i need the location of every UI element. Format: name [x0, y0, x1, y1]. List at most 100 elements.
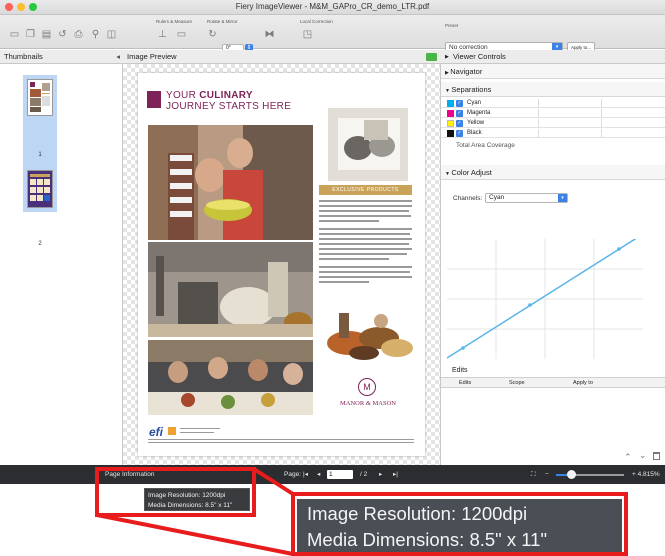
column-divider	[601, 119, 602, 128]
checkbox-checked-icon[interactable]: ✓	[456, 130, 463, 137]
curve-control-point[interactable]	[528, 303, 532, 307]
preset-label: Preset	[445, 23, 459, 28]
body-text-line	[319, 253, 407, 255]
photo-kitchen-pans	[148, 242, 313, 337]
column-divider	[538, 109, 539, 118]
tooltip-dimensions: Media Dimensions: 8.5" x 11"	[148, 502, 233, 509]
history-icon[interactable]: ↺	[57, 29, 68, 40]
scope-column[interactable]: Scope	[509, 378, 525, 388]
body-text-line	[319, 258, 389, 260]
trash-icon[interactable]: ▤	[41, 29, 52, 40]
footer-text-line	[180, 428, 220, 429]
local-correction-icon[interactable]: ◳	[302, 29, 313, 40]
edits-table-header: Edits Scope Apply to	[441, 377, 665, 388]
column-divider	[538, 99, 539, 108]
local-correction-label: Local Correction	[300, 19, 333, 24]
chevron-down-icon[interactable]: ⌄	[639, 450, 647, 461]
separation-row-magenta[interactable]: ✓ Magenta	[441, 109, 665, 118]
checkbox-checked-icon[interactable]: ✓	[456, 100, 463, 107]
efi-logo: efi	[149, 425, 164, 439]
body-text-line	[319, 276, 412, 278]
headline-line-1: YOUR CULINARY	[166, 90, 253, 101]
page-info-tooltip: Image Resolution: 1200dpi Media Dimensio…	[144, 488, 250, 511]
body-text-line	[319, 281, 369, 283]
navigator-title: Navigator	[450, 67, 483, 76]
thumbnail-page-number: 1	[38, 152, 42, 158]
curve-control-point[interactable]	[617, 247, 621, 251]
monitor-icon[interactable]	[426, 53, 437, 61]
preview-header: Image Preview	[123, 50, 441, 64]
channels-label: Channels:	[453, 195, 483, 202]
measure-icon[interactable]: ▭	[176, 29, 187, 40]
duplicate-icon[interactable]: ❐	[25, 29, 36, 40]
mirror-icon[interactable]: ⧓	[264, 29, 275, 40]
column-divider	[601, 109, 602, 118]
collapse-left-icon[interactable]: ◂	[116, 50, 120, 64]
disclosure-right-icon[interactable]: ▶	[445, 50, 449, 64]
color-adjust-section[interactable]: ▼ Color Adjust	[441, 165, 665, 180]
viewer-controls-title[interactable]: Viewer Controls	[453, 50, 506, 64]
rotate-icon[interactable]: ↻	[207, 29, 218, 40]
page-information-label[interactable]: Page Information	[105, 465, 155, 484]
checkbox-checked-icon[interactable]: ✓	[456, 120, 463, 127]
headline-line-2: JOURNEY STARTS HERE	[166, 101, 292, 112]
apply-to-column[interactable]: Apply to	[573, 378, 593, 388]
edits-title: Edits	[452, 367, 468, 374]
separations-title: Separations	[451, 85, 492, 94]
body-text-line	[319, 200, 412, 202]
page-label: Page:	[284, 471, 301, 478]
column-divider	[538, 119, 539, 128]
chevron-up-icon[interactable]: ⌃	[624, 452, 632, 463]
body-text-line	[319, 210, 409, 212]
page-number-value: 1	[329, 471, 333, 478]
thumbnail-preview-1	[30, 82, 50, 112]
curve-control-point[interactable]	[461, 346, 465, 350]
separation-name: Yellow	[467, 120, 485, 126]
yellow-swatch	[447, 120, 454, 127]
zoom-search-icon[interactable]: ⚲	[90, 29, 101, 40]
zoom-out-icon[interactable]: −	[545, 465, 549, 484]
body-text-line	[319, 248, 412, 250]
save-icon[interactable]: ▭	[9, 29, 20, 40]
tone-curve-graph[interactable]	[447, 239, 643, 359]
rotate-mirror-label: Rotate & Mirror	[207, 19, 238, 24]
image-preview-canvas[interactable]: YOUR CULINARY JOURNEY STARTS HERE EXCLUS…	[123, 64, 441, 465]
checkbox-checked-icon[interactable]: ✓	[456, 110, 463, 117]
toolbar: ▭ ❐ ▤ ↺ ⎙ ⚲ ◫ Rulers & Measure ⊥ ▭ Rotat…	[0, 15, 665, 53]
separation-row-cyan[interactable]: ✓ Cyan	[441, 99, 665, 108]
separations-section[interactable]: ▼ Separations	[441, 82, 665, 97]
next-page-icon[interactable]: ▸	[379, 465, 382, 484]
edits-column[interactable]: Edits	[459, 378, 471, 388]
channels-select[interactable]: Cyan ▾	[485, 193, 568, 203]
fit-to-window-icon[interactable]: ⛶	[531, 465, 536, 484]
ruler-icon[interactable]: ⊥	[157, 29, 168, 40]
column-divider	[601, 99, 602, 108]
zoom-value: + 4.815%	[632, 471, 660, 478]
zoom-slider-thumb[interactable]	[567, 470, 576, 479]
navigator-section[interactable]: ▶ Navigator	[441, 64, 665, 79]
previous-page-icon[interactable]: ◂	[317, 465, 320, 484]
first-page-icon[interactable]: |◂	[303, 465, 308, 484]
callout-dimensions: Media Dimensions: 8.5" x 11"	[307, 529, 548, 550]
footer-text-line	[180, 432, 214, 433]
chevron-down-icon: ▾	[558, 194, 567, 202]
page-number-input[interactable]: 1	[327, 470, 353, 479]
thumbnail-page-1[interactable]	[27, 79, 53, 116]
separation-name: Magenta	[467, 110, 491, 116]
rulers-measure-label: Rulers & Measure	[156, 19, 193, 24]
last-page-icon[interactable]: ▸|	[393, 465, 398, 484]
body-text-line	[319, 238, 412, 240]
split-view-icon[interactable]: ◫	[106, 29, 117, 40]
page-total: / 2	[360, 471, 368, 478]
black-swatch	[447, 130, 454, 137]
print-icon[interactable]: ⎙	[73, 29, 84, 40]
column-divider	[601, 129, 602, 138]
photo-women-cooking	[148, 125, 313, 240]
separation-row-black[interactable]: ✓ Black	[441, 129, 665, 138]
separation-name: Black	[467, 130, 482, 136]
magenta-swatch	[447, 110, 454, 117]
thumbnail-page-2[interactable]	[27, 170, 53, 208]
separation-row-yellow[interactable]: ✓ Yellow	[441, 119, 665, 128]
trash-icon[interactable]	[653, 452, 660, 460]
thumbnails-header: Thumbnails ◂	[0, 50, 123, 64]
